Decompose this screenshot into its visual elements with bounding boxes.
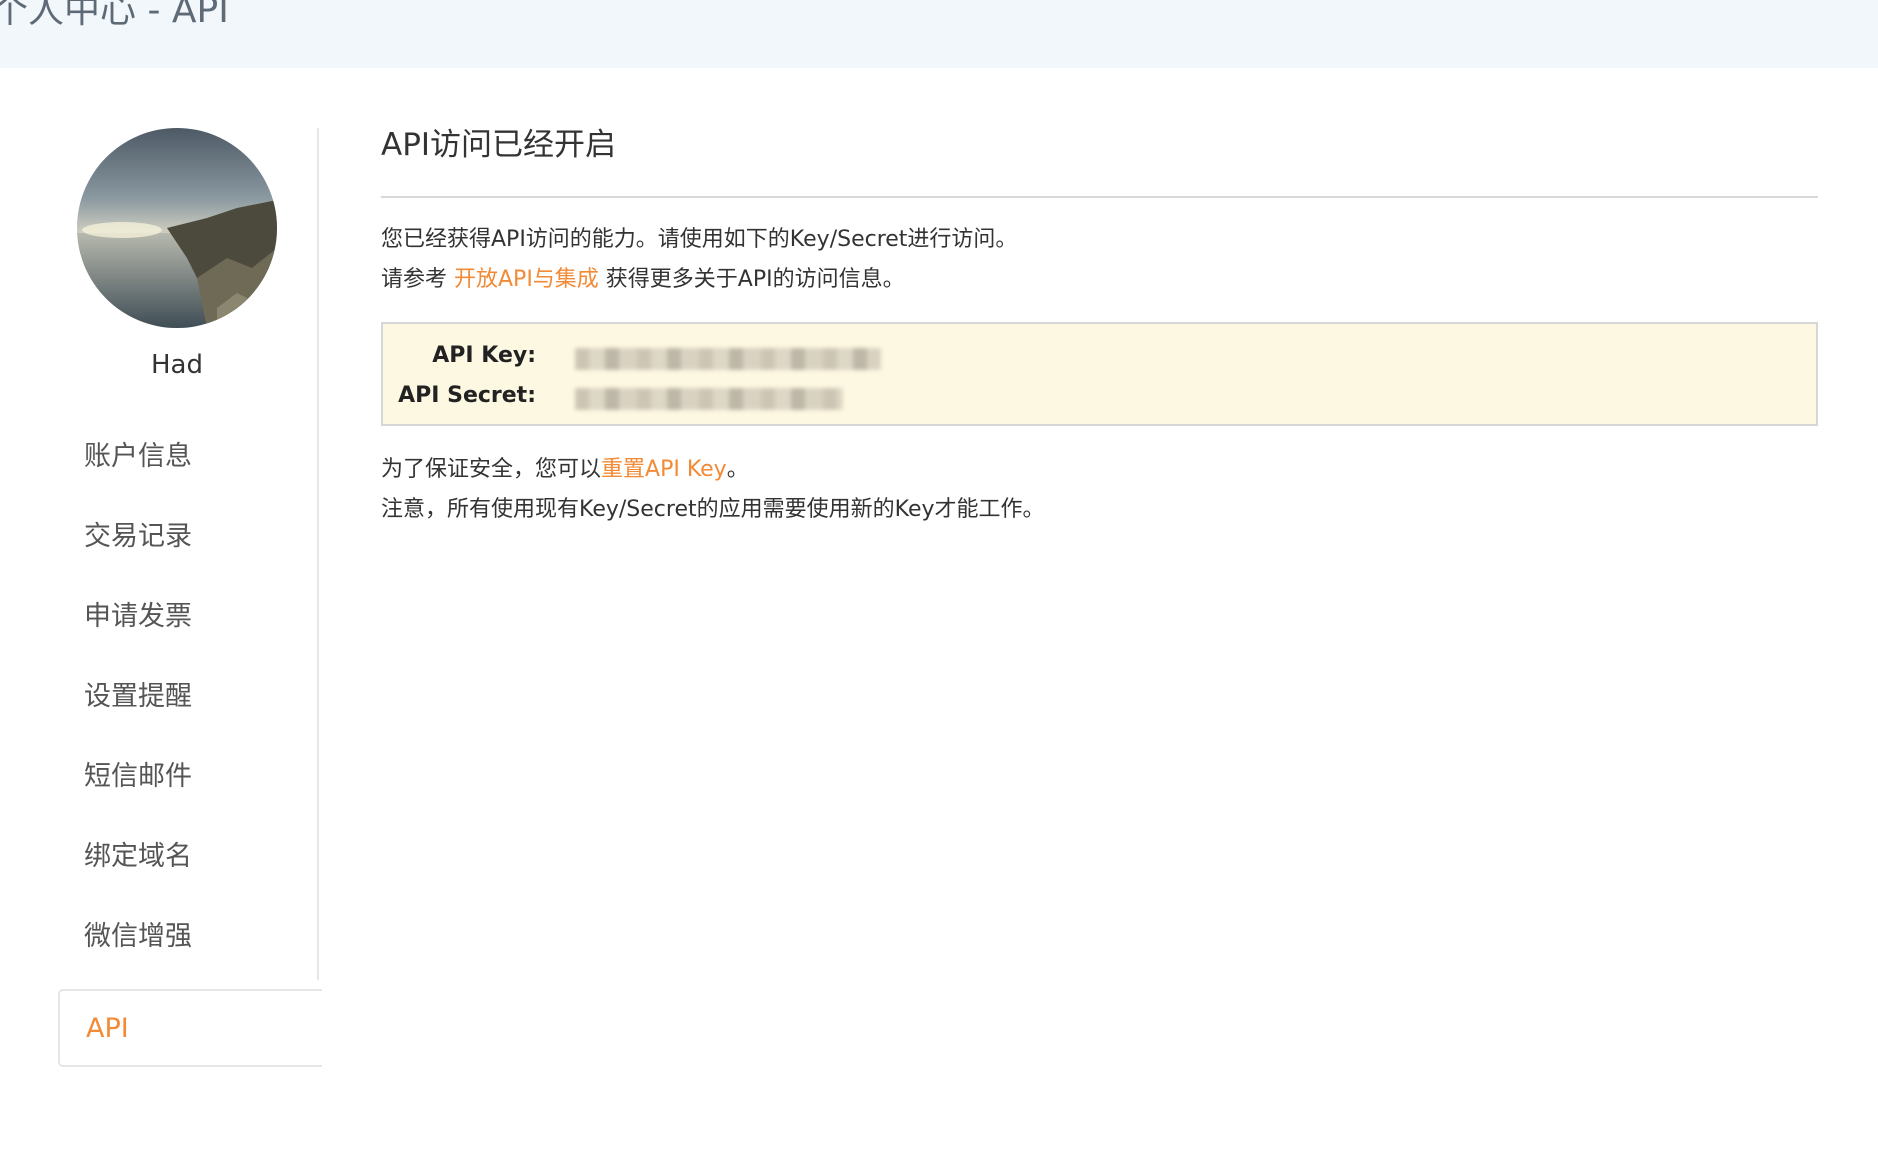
top-banner: 个人中心 - API — [0, 0, 1878, 68]
username: Had — [151, 350, 203, 380]
heading-divider — [381, 196, 1818, 198]
reset-api-key-link[interactable]: 重置API Key — [601, 457, 727, 482]
sidebar-item-api[interactable]: API — [58, 989, 322, 1067]
avatar-image — [77, 128, 277, 328]
avatar[interactable] — [77, 128, 277, 328]
open-api-link[interactable]: 开放API与集成 — [454, 267, 599, 292]
main-content: API访问已经开启 您已经获得API访问的能力。请使用如下的Key/Secret… — [381, 120, 1818, 530]
section-heading: API访问已经开启 — [381, 127, 617, 163]
sidebar-item-account-info[interactable]: 账户信息 — [58, 425, 320, 505]
sidebar-item-transactions[interactable]: 交易记录 — [58, 505, 320, 585]
sidebar-item-wechat[interactable]: 微信增强 — [58, 905, 320, 985]
intro-line-2-prefix: 请参考 — [381, 267, 454, 292]
sidebar-item-bind-domain[interactable]: 绑定域名 — [58, 825, 320, 905]
api-secret-row: API Secret: — [383, 376, 1816, 416]
api-secret-value-redacted — [575, 388, 843, 410]
intro-line-2-suffix: 获得更多关于API的访问信息。 — [598, 267, 905, 292]
security-line-1-suffix: 。 — [726, 457, 749, 482]
intro-line-1: 您已经获得API访问的能力。请使用如下的Key/Secret进行访问。 — [381, 227, 1018, 252]
page-title: 个人中心 - API — [0, 0, 229, 31]
sidebar-item-sms-email[interactable]: 短信邮件 — [58, 745, 320, 825]
api-credentials-box: API Key: API Secret: — [381, 322, 1818, 426]
api-key-row: API Key: — [383, 336, 1816, 376]
api-key-value-redacted — [575, 348, 881, 370]
sidebar-item-invoice[interactable]: 申请发票 — [58, 585, 320, 665]
security-line-2: 注意，所有使用现有Key/Secret的应用需要使用新的Key才能工作。 — [381, 497, 1045, 522]
security-text: 为了保证安全，您可以重置API Key。 注意，所有使用现有Key/Secret… — [381, 450, 1818, 530]
intro-text: 您已经获得API访问的能力。请使用如下的Key/Secret进行访问。 请参考 … — [381, 220, 1818, 300]
security-line-1-prefix: 为了保证安全，您可以 — [381, 457, 602, 482]
intro-line-2: 请参考 开放API与集成 获得更多关于API的访问信息。 — [381, 260, 1818, 300]
api-key-label: API Key: — [432, 343, 536, 368]
api-secret-label: API Secret: — [398, 383, 536, 408]
sidebar-nav: 账户信息 交易记录 申请发票 设置提醒 短信邮件 绑定域名 微信增强 API — [58, 425, 322, 1067]
sidebar-item-reminders[interactable]: 设置提醒 — [58, 665, 320, 745]
security-line-1: 为了保证安全，您可以重置API Key。 — [381, 450, 1818, 490]
